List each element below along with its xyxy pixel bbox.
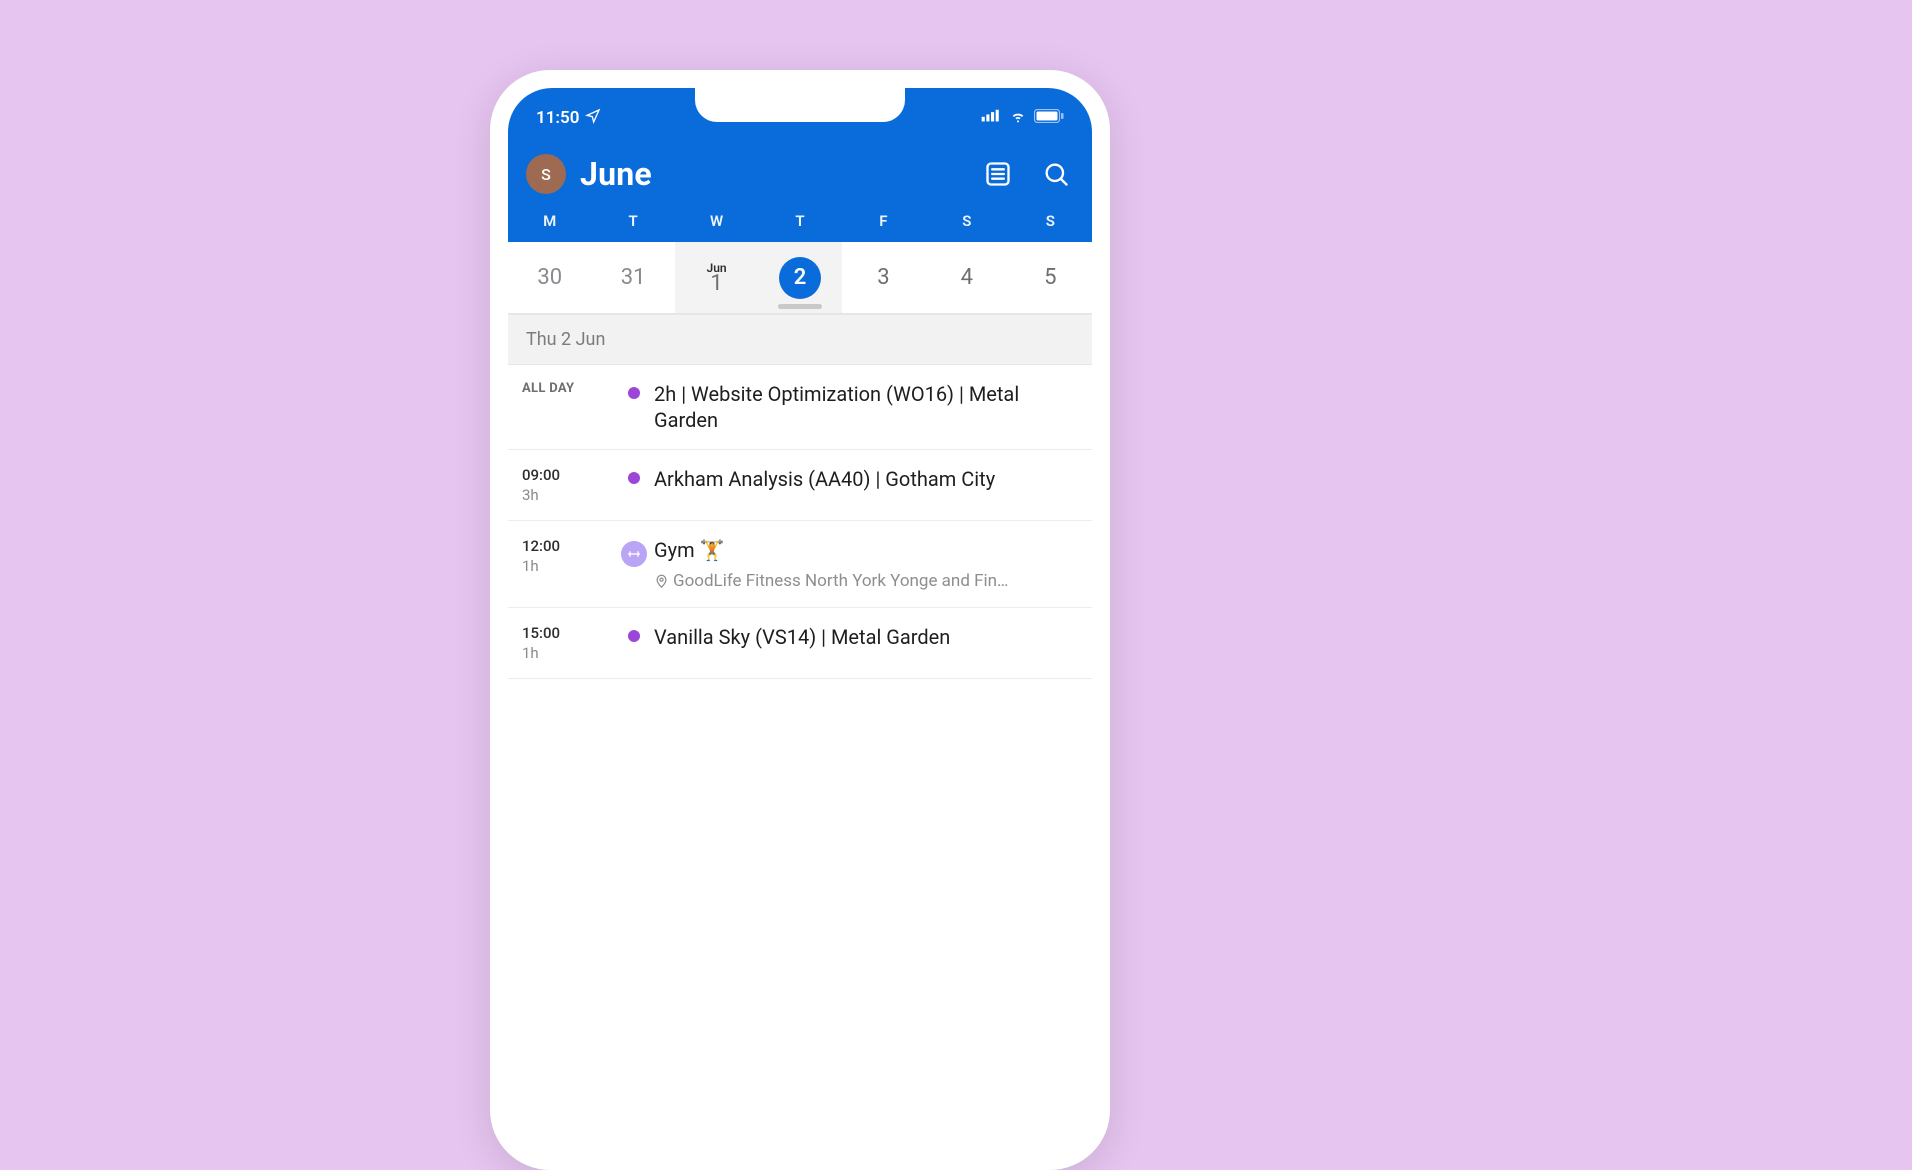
event-time-secondary: 1h (522, 644, 614, 662)
event-title: Arkham Analysis (AA40) | Gotham City (654, 466, 1074, 492)
event-title: Gym 🏋️ (654, 537, 1074, 563)
event-row[interactable]: 15:00 1h Vanilla Sky (VS14) | Metal Garden (508, 608, 1092, 679)
calendar-dot-icon (628, 630, 640, 642)
wifi-icon (1008, 108, 1028, 129)
event-time-secondary: 1h (522, 557, 614, 575)
date-number: 5 (1044, 267, 1056, 289)
date-cell[interactable]: 31 (591, 242, 674, 313)
event-marker (618, 466, 650, 504)
event-time: 15:00 1h (522, 624, 614, 662)
weekday-label: S (925, 212, 1008, 230)
dumbbell-icon (621, 541, 647, 567)
event-title: 2h | Website Optimization (WO16) | Metal… (654, 381, 1074, 433)
month-title[interactable]: June (580, 155, 966, 193)
event-marker (618, 537, 650, 591)
date-number: 30 (537, 267, 562, 289)
drag-handle-icon[interactable] (778, 304, 822, 309)
weekday-label: T (591, 212, 674, 230)
date-strip[interactable]: 30 31 Jun1 2 3 4 5 (508, 242, 1092, 314)
phone-screen: 11:50 S (508, 88, 1092, 1152)
phone-notch (695, 88, 905, 122)
cellular-signal-icon (980, 108, 1002, 128)
event-row[interactable]: ALL DAY 2h | Website Optimization (WO16) … (508, 365, 1092, 450)
agenda-day-header: Thu 2 Jun (508, 314, 1092, 365)
event-time-primary: ALL DAY (522, 381, 614, 396)
event-time: 12:00 1h (522, 537, 614, 591)
event-body: Arkham Analysis (AA40) | Gotham City (654, 466, 1074, 504)
weekday-label: T (758, 212, 841, 230)
event-body: 2h | Website Optimization (WO16) | Metal… (654, 381, 1074, 433)
event-time-primary: 15:00 (522, 624, 614, 642)
event-row[interactable]: 12:00 1h Gym 🏋️ GoodLife Fitness North York… (508, 521, 1092, 608)
calendar-dot-icon (628, 387, 640, 399)
event-body: Gym 🏋️ GoodLife Fitness North York Yonge … (654, 537, 1074, 591)
date-number: 1 (710, 273, 722, 295)
battery-icon (1034, 108, 1064, 128)
weekday-label: F (842, 212, 925, 230)
weekday-label: S (1009, 212, 1092, 230)
date-cell[interactable]: 4 (925, 242, 1008, 313)
event-row[interactable]: 09:00 3h Arkham Analysis (AA40) | Gotham C… (508, 450, 1092, 521)
date-cell[interactable]: 2 (758, 242, 841, 313)
date-cell[interactable]: Jun1 (675, 242, 758, 313)
date-cell[interactable]: 30 (508, 242, 591, 313)
calendar-header: S June (508, 140, 1092, 212)
agenda-view-button[interactable] (980, 156, 1016, 192)
event-marker (618, 624, 650, 662)
event-time: ALL DAY (522, 381, 614, 433)
calendar-dot-icon (628, 472, 640, 484)
weekday-row: M T W T F S S (508, 212, 1092, 242)
date-number: 3 (877, 267, 889, 289)
search-button[interactable] (1038, 156, 1074, 192)
event-title: Vanilla Sky (VS14) | Metal Garden (654, 624, 1074, 650)
event-time-primary: 12:00 (522, 537, 614, 555)
event-time-primary: 09:00 (522, 466, 614, 484)
event-body: Vanilla Sky (VS14) | Metal Garden (654, 624, 1074, 662)
phone-frame: 11:50 S (490, 70, 1110, 1170)
event-time-secondary: 3h (522, 486, 614, 504)
weekday-label: M (508, 212, 591, 230)
location-arrow-icon (585, 108, 601, 129)
date-number: 31 (621, 267, 646, 289)
date-cell[interactable]: 3 (842, 242, 925, 313)
avatar-letter: S (541, 165, 551, 184)
agenda-list[interactable]: ALL DAY 2h | Website Optimization (WO16) … (508, 365, 1092, 679)
avatar[interactable]: S (526, 154, 566, 194)
event-location: GoodLife Fitness North York Yonge and Fi… (654, 571, 1074, 591)
date-number: 4 (961, 267, 973, 289)
weekday-label: W (675, 212, 758, 230)
date-cell[interactable]: 5 (1009, 242, 1092, 313)
event-marker (618, 381, 650, 433)
event-location-text: GoodLife Fitness North York Yonge and Fi… (673, 571, 1008, 591)
selected-date-circle: 2 (779, 257, 821, 299)
status-time: 11:50 (536, 108, 579, 128)
event-time: 09:00 3h (522, 466, 614, 504)
